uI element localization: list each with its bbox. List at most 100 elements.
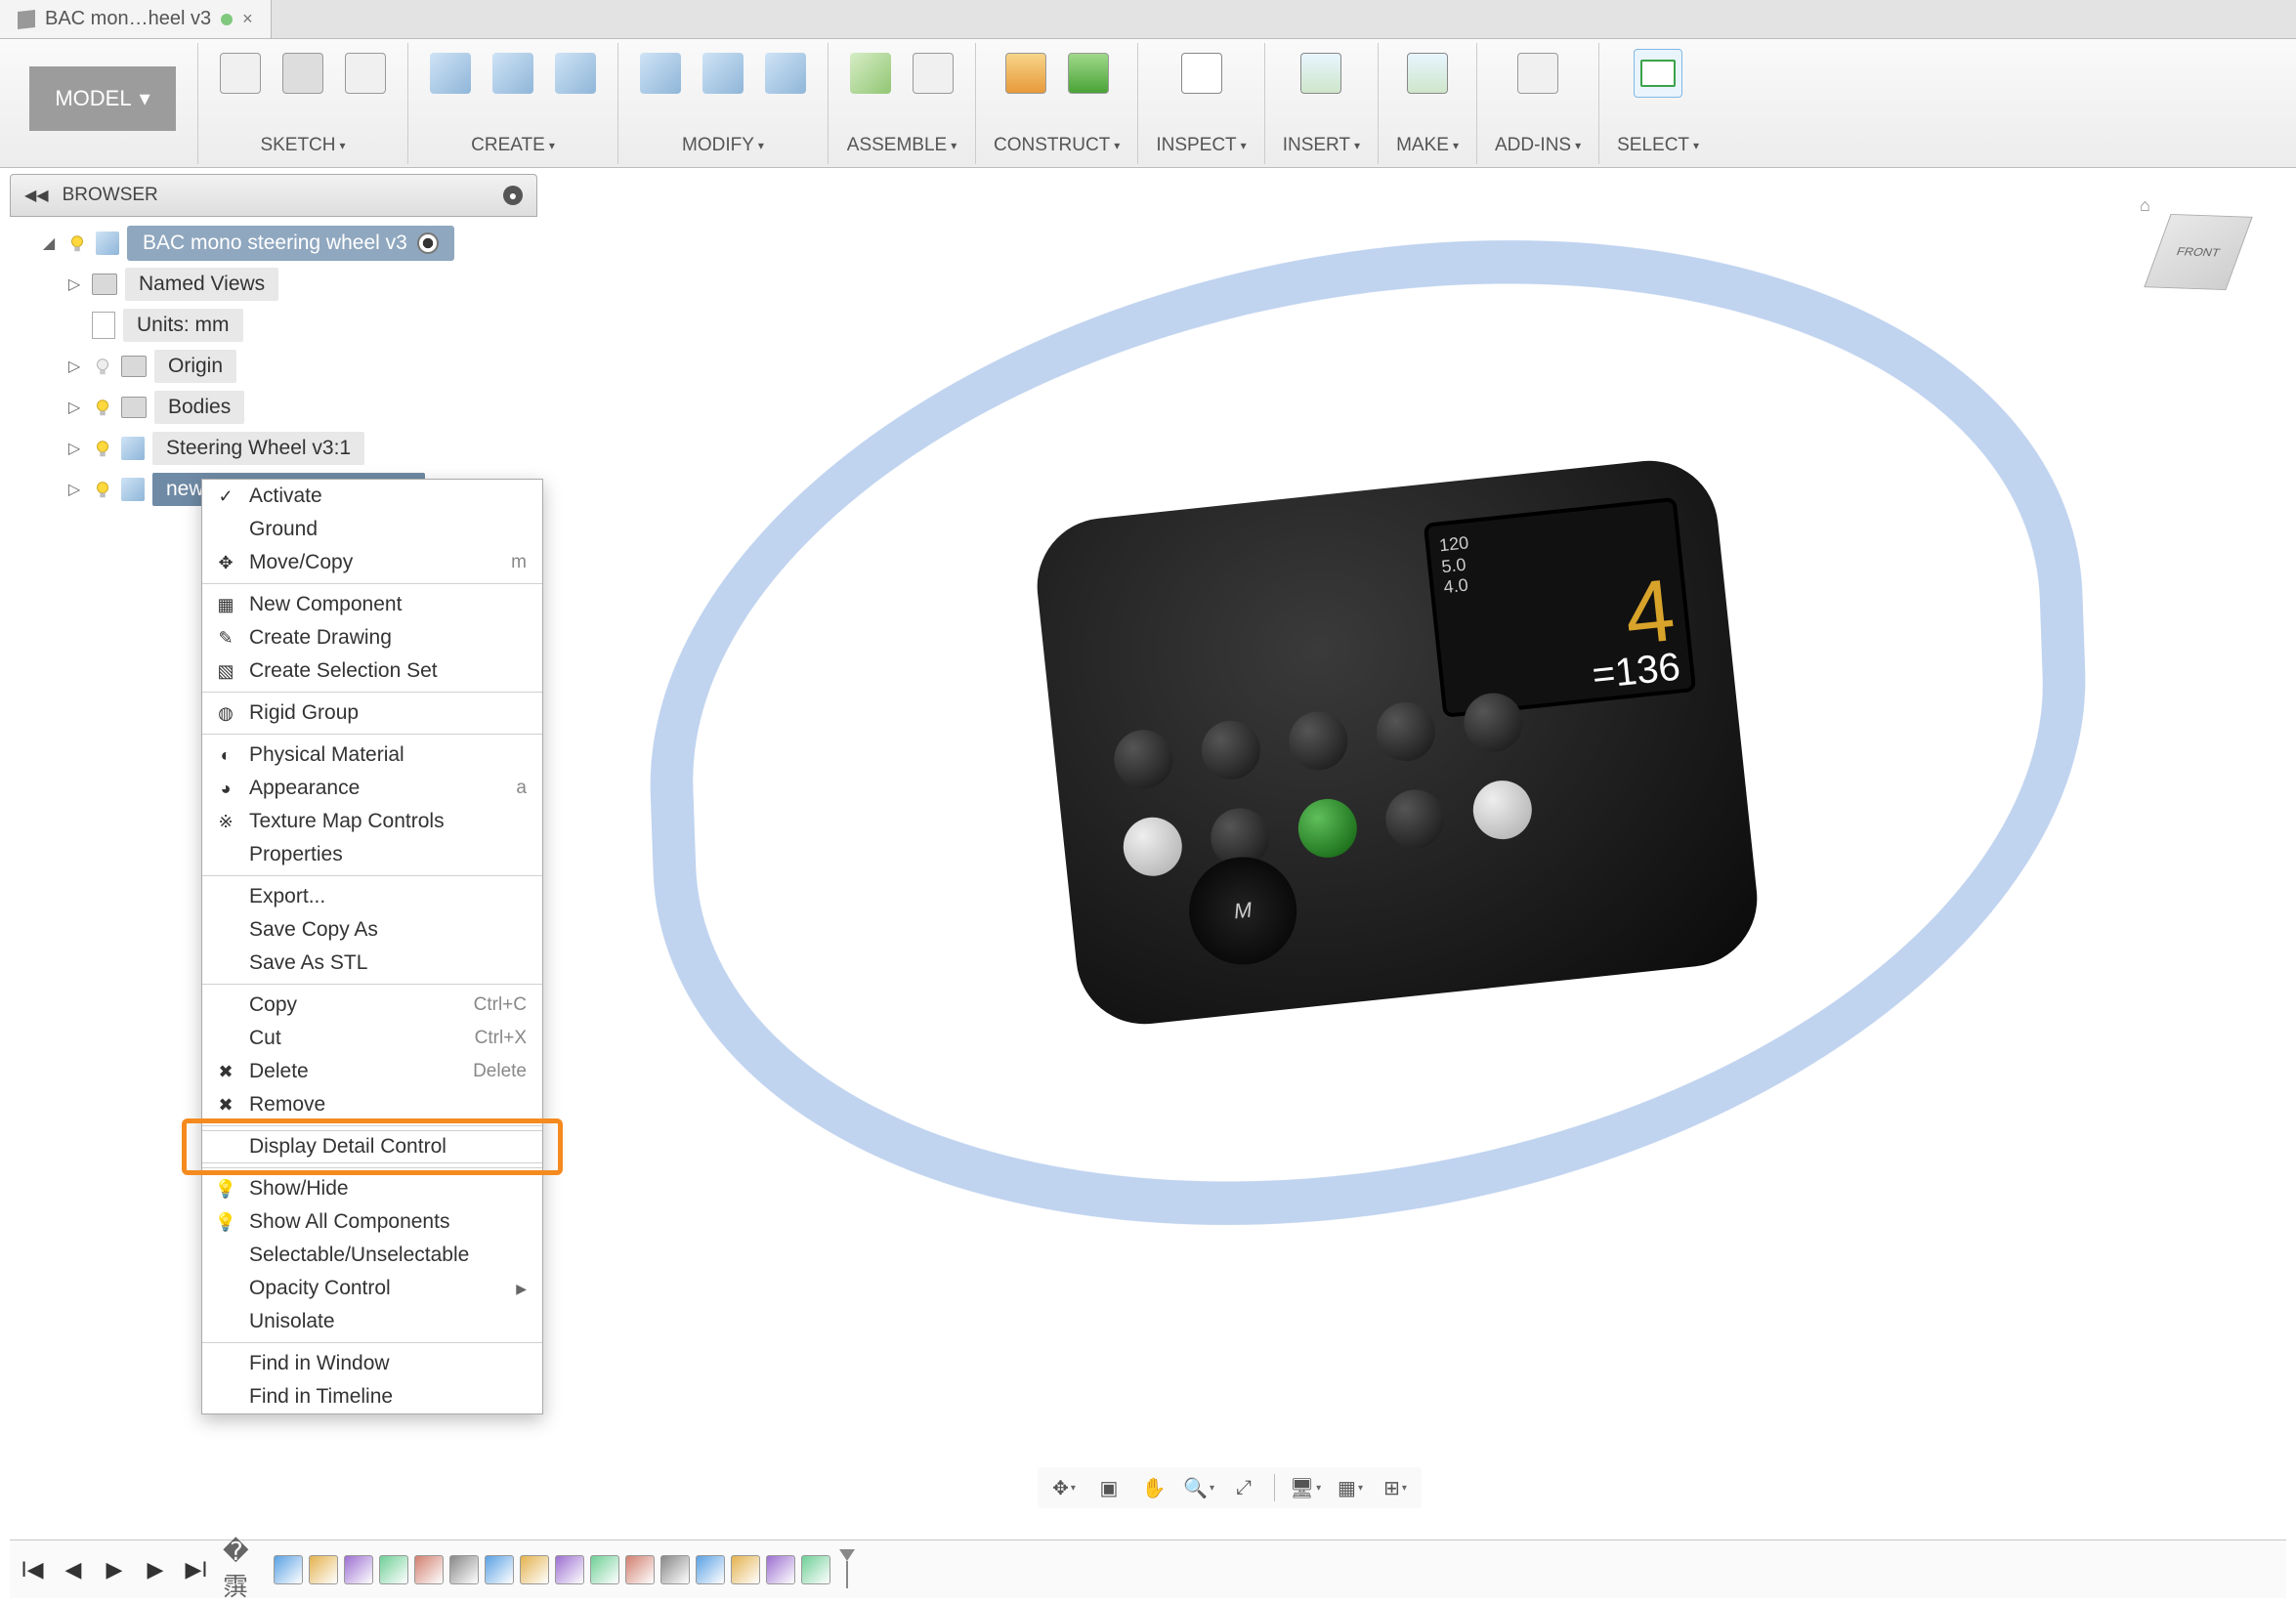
timeline-features[interactable] xyxy=(274,1555,830,1584)
tree-item-units[interactable]: Units: mm xyxy=(14,305,537,346)
joint-tool-button[interactable] xyxy=(846,49,895,98)
axis-tool-button[interactable] xyxy=(1064,49,1113,98)
timeline-feature[interactable] xyxy=(379,1555,408,1584)
context-menu-item[interactable]: 💡Show/Hide xyxy=(202,1172,542,1205)
timeline-feature[interactable] xyxy=(449,1555,479,1584)
context-menu-item[interactable]: CutCtrl+X xyxy=(202,1022,542,1055)
ribbon-group-label[interactable]: SKETCH▾ xyxy=(260,135,345,164)
timeline-feature[interactable] xyxy=(520,1555,549,1584)
timeline-prev-button[interactable]: ◀ xyxy=(59,1555,88,1584)
timeline-feature[interactable] xyxy=(555,1555,584,1584)
plane-tool-button[interactable] xyxy=(1001,49,1050,98)
timeline-feature[interactable] xyxy=(625,1555,655,1584)
view-cube[interactable]: ⌂ FRONT xyxy=(2140,195,2257,313)
timeline-feature[interactable] xyxy=(344,1555,373,1584)
shell-tool-button[interactable] xyxy=(699,49,747,98)
document-tab[interactable]: BAC mon…heel v3 × xyxy=(0,0,272,38)
browser-header[interactable]: ◀◀ BROWSER ● xyxy=(10,174,537,217)
timeline-feature[interactable] xyxy=(274,1555,303,1584)
visibility-bulb-icon[interactable] xyxy=(92,438,113,459)
pan-button[interactable]: ✋ xyxy=(1135,1471,1172,1504)
expand-icon[interactable]: ▷ xyxy=(64,480,84,499)
timeline-first-button[interactable]: I◀ xyxy=(18,1555,47,1584)
grid-settings-button[interactable]: ▦▾ xyxy=(1332,1471,1369,1504)
fit-button[interactable]: ⤢ xyxy=(1225,1471,1262,1504)
expand-icon[interactable]: ▷ xyxy=(64,439,84,458)
cylinder-tool-button[interactable] xyxy=(489,49,537,98)
ribbon-group-label[interactable]: CONSTRUCT▾ xyxy=(994,135,1120,164)
context-menu-item[interactable]: Save As STL xyxy=(202,947,542,980)
ribbon-group-label[interactable]: CREATE▾ xyxy=(471,135,555,164)
timeline-feature[interactable] xyxy=(801,1555,830,1584)
timeline-feature[interactable] xyxy=(766,1555,795,1584)
timeline-feature[interactable] xyxy=(731,1555,760,1584)
context-menu-item[interactable]: Properties xyxy=(202,838,542,871)
timeline-feature[interactable] xyxy=(590,1555,619,1584)
look-at-button[interactable]: ▣ xyxy=(1090,1471,1127,1504)
tree-item-bodies[interactable]: ▷ Bodies xyxy=(14,387,537,428)
ribbon-group-label[interactable]: MAKE▾ xyxy=(1396,135,1459,164)
timeline-play-button[interactable]: ▶ xyxy=(100,1555,129,1584)
context-menu-item[interactable]: Find in Timeline xyxy=(202,1380,542,1413)
context-menu-item[interactable]: ✖Remove xyxy=(202,1088,542,1121)
context-menu-item[interactable]: ◕Appearancea xyxy=(202,772,542,805)
viewports-button[interactable]: ⊞▾ xyxy=(1377,1471,1414,1504)
context-menu-item[interactable]: ※Texture Map Controls xyxy=(202,805,542,838)
context-menu-item[interactable]: ✎Create Drawing xyxy=(202,621,542,654)
home-view-icon[interactable]: ⌂ xyxy=(2140,195,2150,216)
sketch-tool-button[interactable] xyxy=(216,49,265,98)
expand-icon[interactable]: ◢ xyxy=(39,233,59,253)
fillet-tool-button[interactable] xyxy=(636,49,685,98)
measure-tool-button[interactable] xyxy=(1177,49,1226,98)
view-cube-face[interactable]: FRONT xyxy=(2144,214,2252,290)
viewport-canvas[interactable]: 120 5.0 4.0 4 =136 M xyxy=(547,195,2276,1485)
context-menu-item[interactable]: 💡Show All Components xyxy=(202,1205,542,1239)
addins-button[interactable] xyxy=(1513,49,1562,98)
context-menu-item[interactable]: ◐Physical Material xyxy=(202,738,542,772)
timeline-feature[interactable] xyxy=(696,1555,725,1584)
context-menu-item[interactable]: Opacity Control xyxy=(202,1272,542,1305)
context-menu-item[interactable]: Display Detail Control xyxy=(202,1130,542,1163)
context-menu-item[interactable]: ▦New Component xyxy=(202,588,542,621)
context-menu-item[interactable]: ✓Activate xyxy=(202,480,542,513)
timeline-next-button[interactable]: ▶ xyxy=(141,1555,170,1584)
context-menu-item[interactable]: Find in Window xyxy=(202,1347,542,1380)
visibility-bulb-icon[interactable] xyxy=(66,232,88,254)
workspace-switcher[interactable]: MODEL ▾ xyxy=(20,53,186,145)
display-settings-button[interactable]: 🖥▾ xyxy=(1287,1471,1324,1504)
context-menu-item[interactable]: ◍Rigid Group xyxy=(202,696,542,730)
ribbon-group-label[interactable]: ASSEMBLE▾ xyxy=(847,135,957,164)
close-tab-button[interactable]: × xyxy=(242,9,253,29)
visibility-bulb-icon[interactable] xyxy=(92,479,113,500)
context-menu-item[interactable]: ✥Move/Copym xyxy=(202,546,542,579)
make-3dprint-button[interactable] xyxy=(1403,49,1452,98)
context-menu-item[interactable]: Ground xyxy=(202,513,542,546)
context-menu-item[interactable]: ✖DeleteDelete xyxy=(202,1055,542,1088)
push-tool-button[interactable] xyxy=(761,49,810,98)
ribbon-group-label[interactable]: MODIFY▾ xyxy=(682,135,764,164)
ribbon-group-label[interactable]: SELECT▾ xyxy=(1617,135,1699,164)
timeline-feature[interactable] xyxy=(309,1555,338,1584)
tree-root[interactable]: ◢ BAC mono steering wheel v3 xyxy=(14,223,537,264)
insert-image-button[interactable] xyxy=(1297,49,1345,98)
context-menu-item[interactable]: Export... xyxy=(202,880,542,913)
timeline-feature[interactable] xyxy=(660,1555,690,1584)
ribbon-group-label[interactable]: ADD-INS▾ xyxy=(1495,135,1581,164)
tree-item-steering-wheel[interactable]: ▷ Steering Wheel v3:1 xyxy=(14,428,537,469)
timeline-playhead[interactable] xyxy=(842,1549,852,1590)
rectangle-tool-button[interactable] xyxy=(341,49,390,98)
activate-radio-icon[interactable] xyxy=(417,232,439,254)
context-menu-item[interactable]: Unisolate xyxy=(202,1305,542,1338)
select-tool-button[interactable] xyxy=(1634,49,1682,98)
orbit-button[interactable]: ✥▾ xyxy=(1045,1471,1083,1504)
context-menu-item[interactable]: ▧Create Selection Set xyxy=(202,654,542,688)
visibility-bulb-icon[interactable] xyxy=(92,356,113,377)
context-menu-item[interactable]: CopyCtrl+C xyxy=(202,989,542,1022)
spline-tool-button[interactable] xyxy=(278,49,327,98)
expand-icon[interactable]: ▷ xyxy=(64,357,84,376)
timeline-settings-button[interactable]: �霟 xyxy=(223,1555,252,1584)
box-tool-button[interactable] xyxy=(426,49,475,98)
collapse-panel-icon[interactable]: ◀◀ xyxy=(24,186,49,205)
tree-item-origin[interactable]: ▷ Origin xyxy=(14,346,537,387)
visibility-bulb-icon[interactable] xyxy=(92,397,113,418)
